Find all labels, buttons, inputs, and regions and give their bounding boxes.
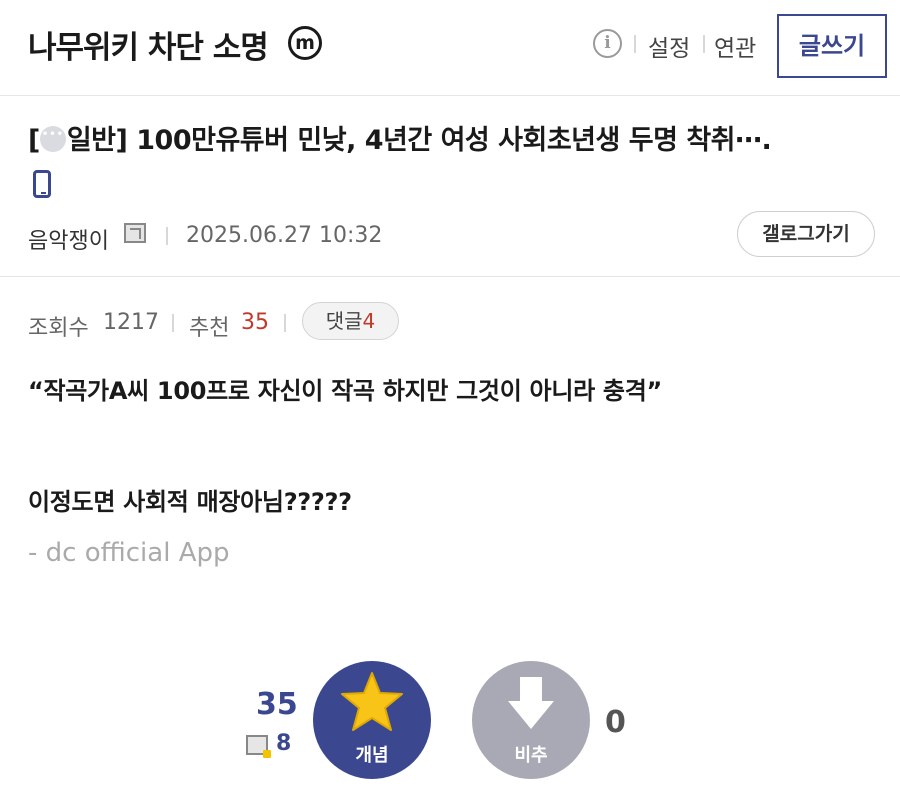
gallery-title[interactable]: 나무위키 차단 소명 — [28, 22, 269, 67]
minor-gallery-badge-icon: m — [288, 26, 322, 60]
downvote-count: 0 — [605, 705, 626, 740]
comments-count: 4 — [362, 309, 376, 333]
views-count: 1217 — [103, 310, 159, 335]
mobile-icon — [33, 170, 51, 198]
views-label: 조회수 — [28, 316, 89, 341]
related-link[interactable]: 연관 — [714, 29, 756, 63]
divider — [166, 227, 168, 245]
app-signature: - dc official App — [28, 538, 230, 568]
post-title: [ 일반] 100만유튜버 민낮, 4년간 여성 사회초년생 두명 착취⋯. — [28, 118, 878, 157]
top-bar: 나무위키 차단 소명 m i 설정 연관 글쓰기 — [0, 0, 900, 96]
upvote-count: 35 — [256, 687, 298, 722]
post-body-line: “작곡가A씨 100프로 자신이 작곡 하지만 그것이 아니라 충격” — [28, 377, 662, 405]
chat-bubble-icon — [39, 126, 66, 152]
star-icon — [341, 672, 403, 731]
recommend-label: 추천 — [189, 316, 230, 341]
downvote-label: 비추 — [514, 745, 548, 766]
comments-button[interactable]: 댓글4 — [302, 302, 399, 340]
info-icon[interactable]: i — [593, 29, 622, 58]
recommend-count: 35 — [241, 310, 269, 335]
post-title-text: 일반] 100만유튜버 민낮, 4년간 여성 사회초년생 두명 착취⋯. — [66, 125, 772, 156]
fixed-user-icon — [124, 223, 146, 243]
write-button[interactable]: 글쓰기 — [777, 14, 887, 78]
author-name[interactable]: 음악쟁이 — [28, 223, 109, 255]
divider — [284, 314, 286, 332]
divider — [172, 314, 174, 332]
post-date: 2025.06.27 10:32 — [186, 223, 383, 248]
downvote-button[interactable]: 비추 — [472, 661, 590, 779]
comments-label: 댓글 — [325, 309, 363, 333]
fixed-user-upvote-count: 8 — [276, 731, 292, 756]
down-arrow-icon — [508, 677, 554, 729]
category-bracket: [ — [28, 125, 40, 156]
post-body-line: 이정도면 사회적 매장아님????? — [28, 488, 352, 516]
divider — [703, 35, 705, 53]
upvote-label: 개념 — [355, 745, 389, 766]
section-divider — [0, 276, 900, 277]
gallog-button[interactable]: 갤로그가기 — [737, 211, 875, 257]
upvote-button[interactable]: 개념 — [313, 661, 431, 779]
settings-link[interactable]: 설정 — [648, 29, 690, 63]
divider — [634, 35, 636, 53]
fixed-user-vote-icon — [246, 735, 271, 758]
